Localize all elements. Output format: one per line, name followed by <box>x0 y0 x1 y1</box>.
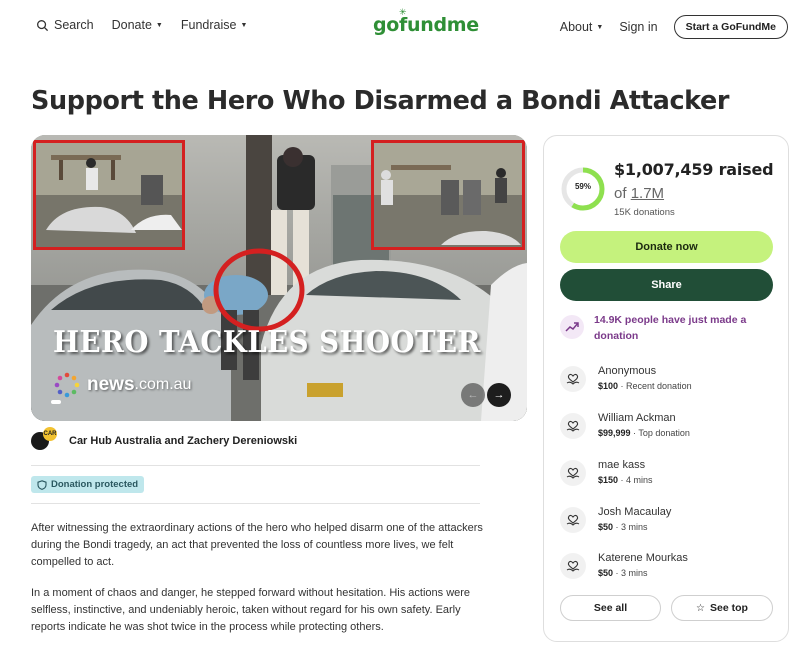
progress-percent: 59% <box>574 182 591 191</box>
heart-hand-icon <box>560 507 586 533</box>
donor-item: Katerene Mourkas $50 · 3 mins <box>560 551 688 580</box>
carousel-indicator[interactable] <box>51 400 61 404</box>
donor-amount: $100 <box>598 381 619 391</box>
news-logo-icon <box>54 372 80 398</box>
divider <box>31 465 480 466</box>
goal-text: of 1.7M <box>614 185 664 202</box>
organizer-row[interactable]: CAR Car Hub Australia and Zachery Dereni… <box>31 427 298 450</box>
logo-text: gofundme <box>373 14 479 36</box>
news-brand-bold: news <box>87 374 135 395</box>
nav-right: About ▼ Sign in Start a GoFundMe <box>560 15 788 39</box>
story-paragraph: In a moment of chaos and danger, he step… <box>31 587 471 633</box>
donation-count: 15K donations <box>614 207 675 218</box>
heart-hand-icon <box>560 553 586 579</box>
donation-protected-badge[interactable]: Donation protected <box>31 476 145 493</box>
divider <box>31 503 480 504</box>
goal-amount[interactable]: 1.7M <box>631 185 664 202</box>
donor-note: · Recent donation <box>618 381 692 391</box>
logo-burst-icon: ✳ <box>399 8 407 18</box>
carousel-prev-button[interactable]: ← <box>461 383 485 407</box>
arrow-right-icon: → <box>493 389 505 401</box>
star-icon: ☆ <box>696 602 706 614</box>
see-top-label: See top <box>710 602 748 614</box>
donor-item: William Ackman $99,999 · Top donation <box>560 411 690 440</box>
caret-down-icon: ▼ <box>155 21 163 29</box>
donor-meta: $50 · 3 mins <box>598 520 671 534</box>
fundraise-menu-label: Fundraise <box>180 18 237 32</box>
donor-amount: $50 <box>598 522 614 532</box>
donor-name: mae kass <box>598 459 646 471</box>
share-button[interactable]: Share <box>560 269 773 301</box>
site-header: Search Donate ▼ Fundraise ▼ ✳ gofundme A… <box>0 0 800 54</box>
gofundme-logo[interactable]: ✳ gofundme <box>373 8 479 36</box>
goal-prefix: of <box>614 185 631 202</box>
campaign-title: Support the Hero Who Disarmed a Bondi At… <box>31 86 730 116</box>
donate-menu-label: Donate <box>111 18 152 32</box>
donor-meta: $99,999 · Top donation <box>598 426 690 440</box>
donate-menu[interactable]: Donate ▼ <box>112 18 163 32</box>
trending-notice: 14.9K people have just made a donation <box>560 312 774 344</box>
news-brand: news .com.au <box>53 371 191 399</box>
donor-name: Josh Macaulay <box>598 506 672 518</box>
heart-hand-icon <box>560 413 586 439</box>
arrow-left-icon: ← <box>467 389 479 401</box>
news-brand-suffix: .com.au <box>134 376 192 393</box>
signin-label: Sign in <box>619 20 658 34</box>
fundraise-menu[interactable]: Fundraise ▼ <box>181 18 248 32</box>
image-caption: HERO TACKLES SHOOTER <box>53 325 481 360</box>
heart-hand-icon <box>560 366 586 392</box>
donor-item: Anonymous $100 · Recent donation <box>560 364 692 393</box>
about-menu-label: About <box>559 20 593 34</box>
donor-note: · Top donation <box>630 428 690 438</box>
donate-now-button[interactable]: Donate now <box>560 231 773 263</box>
trending-up-icon <box>560 315 584 339</box>
donor-amount: $50 <box>598 568 614 578</box>
organizer-name: Car Hub Australia and Zachery Dereniowsk… <box>69 435 298 447</box>
see-top-button[interactable]: ☆ See top <box>671 595 773 621</box>
donor-name: William Ackman <box>598 412 676 424</box>
about-menu[interactable]: About ▼ <box>560 20 604 34</box>
protected-label: Donation protected <box>51 479 139 490</box>
caret-down-icon: ▼ <box>596 23 604 31</box>
carousel-next-button[interactable]: → <box>487 383 511 407</box>
donor-note: · 3 mins <box>613 568 648 578</box>
campaign-media-carousel[interactable]: HERO TACKLES SHOOTER news .com.au ← → <box>31 135 527 421</box>
signin-link[interactable]: Sign in <box>619 20 657 34</box>
donor-note: · 4 mins <box>618 475 653 485</box>
donor-item: mae kass $150 · 4 mins <box>560 458 653 487</box>
nav-left: Search Donate ▼ Fundraise ▼ <box>36 18 265 32</box>
story-paragraph: After witnessing the extraordinary actio… <box>31 522 483 568</box>
caret-down-icon: ▼ <box>240 21 248 29</box>
donor-meta: $150 · 4 mins <box>598 473 653 487</box>
donor-meta: $100 · Recent donation <box>598 379 692 393</box>
organizer-badge: CAR <box>43 427 57 441</box>
donor-name: Katerene Mourkas <box>598 552 688 564</box>
donor-item: Josh Macaulay $50 · 3 mins <box>560 505 671 534</box>
search-label: Search <box>54 18 94 32</box>
donor-amount: $99,999 <box>598 428 631 438</box>
shield-icon <box>37 479 47 490</box>
donor-name: Anonymous <box>598 365 657 377</box>
amount-raised: $1,007,459 raised <box>614 160 774 179</box>
search-link[interactable]: Search <box>36 18 94 32</box>
donor-note: · 3 mins <box>613 522 648 532</box>
donor-amount: $150 <box>598 475 619 485</box>
search-icon <box>37 19 49 31</box>
donor-meta: $50 · 3 mins <box>598 566 688 580</box>
organizer-avatar: CAR <box>31 427 57 450</box>
trending-text: 14.9K people have just made a donation <box>594 314 747 342</box>
see-all-button[interactable]: See all <box>560 595 661 621</box>
heart-hand-icon <box>560 460 586 486</box>
donation-card: 59% $1,007,459 raised of 1.7M 15K donati… <box>543 135 789 642</box>
start-gofundme-button[interactable]: Start a GoFundMe <box>673 15 788 39</box>
